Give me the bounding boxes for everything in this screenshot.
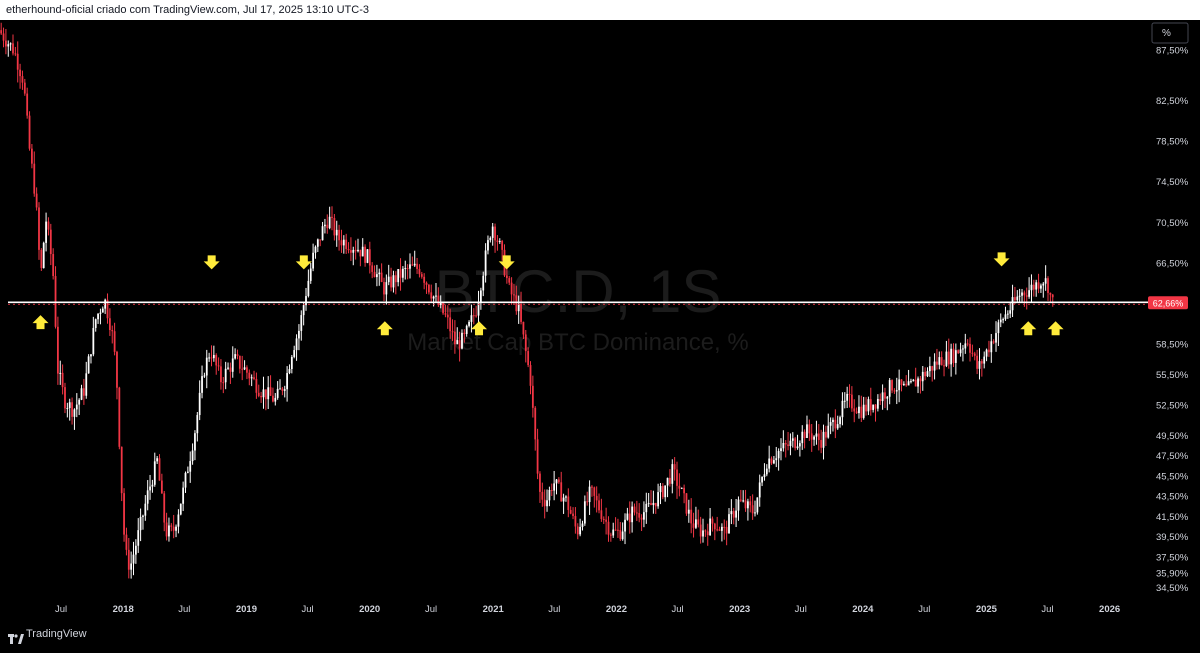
candle <box>685 493 688 516</box>
y-tick-label: 35,90% <box>1156 569 1189 580</box>
y-tick-label: 55,50% <box>1156 370 1189 381</box>
y-tick-label: 82,50% <box>1156 96 1189 107</box>
x-tick-label: 2018 <box>113 604 134 615</box>
x-tick-label: Jul <box>178 604 190 615</box>
y-tick-label: 49,50% <box>1156 431 1189 442</box>
x-tick-label: 2019 <box>236 604 257 615</box>
y-tick-label: 34,50% <box>1156 583 1189 594</box>
x-tick-label: 2022 <box>606 604 627 615</box>
y-tick-label: 87,50% <box>1156 45 1189 56</box>
candle <box>28 111 31 151</box>
footer-brand-text: TradingView <box>26 628 87 640</box>
y-tick-label: 58,50% <box>1156 339 1189 350</box>
y-tick-label: 37,50% <box>1156 552 1189 563</box>
tradingview-brand[interactable]: TradingView <box>8 623 87 646</box>
x-tick-label: 2025 <box>976 604 998 615</box>
x-tick-label: Jul <box>425 604 437 615</box>
y-tick-label: 66,50% <box>1156 258 1189 269</box>
y-tick-label: 43,50% <box>1156 492 1189 503</box>
watermark: BTC.D, 1S Market Cap BTC Dominance, % <box>407 258 748 356</box>
candle <box>123 488 125 542</box>
y-tick-label: 39,50% <box>1156 532 1189 543</box>
x-tick-label: Jul <box>795 604 807 615</box>
x-tick-label: 2023 <box>729 604 750 615</box>
candle <box>118 386 121 450</box>
candle <box>42 241 45 269</box>
candle <box>756 497 759 515</box>
x-tick-label: Jul <box>548 604 560 615</box>
price-tag: 62,66% <box>1148 296 1188 310</box>
x-tick-label: Jul <box>671 604 683 615</box>
y-tick-label: 70,50% <box>1156 218 1189 229</box>
candle <box>40 248 43 271</box>
y-tick-label: 41,50% <box>1156 512 1189 523</box>
x-tick-label: 2026 <box>1099 604 1120 615</box>
x-tick-label: 2024 <box>852 604 874 615</box>
footer: TradingView <box>0 623 1200 646</box>
scale-button[interactable]: % <box>1151 22 1189 44</box>
candle <box>120 446 123 502</box>
chart-area[interactable]: BTC.D, 1S Market Cap BTC Dominance, % 62… <box>0 20 1200 623</box>
price-tag-label: 62,66% <box>1153 298 1184 308</box>
x-tick-label: Jul <box>1041 604 1053 615</box>
tradingview-logo-icon <box>8 630 24 644</box>
y-tick-label: 52,50% <box>1156 400 1189 411</box>
header-title: etherhound-oficial criado com TradingVie… <box>6 4 369 16</box>
y-tick-label: 45,50% <box>1156 471 1189 482</box>
x-tick-label: Jul <box>55 604 67 615</box>
candle <box>87 354 90 374</box>
chart-header: etherhound-oficial criado com TradingVie… <box>0 0 1200 20</box>
x-tick-label: 2020 <box>359 604 380 615</box>
y-tick-label: 74,50% <box>1156 177 1189 188</box>
x-tick-label: 2021 <box>483 604 505 615</box>
candle <box>179 503 182 516</box>
watermark-description: Market Cap BTC Dominance, % <box>407 329 748 356</box>
scale-button-label: % <box>1162 28 1171 39</box>
y-tick-label: 47,50% <box>1156 451 1189 462</box>
candle <box>366 249 369 264</box>
candle <box>442 301 444 315</box>
x-tick-label: Jul <box>301 604 313 615</box>
y-tick-label: 78,50% <box>1156 137 1189 148</box>
x-tick-label: Jul <box>918 604 930 615</box>
